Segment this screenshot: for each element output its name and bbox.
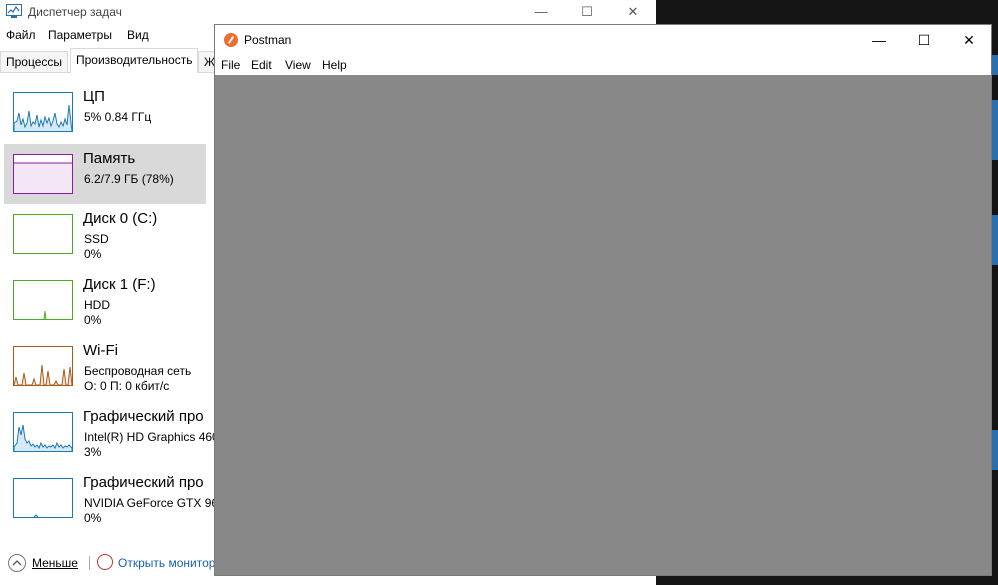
postman-menu-bar: File Edit View Help	[215, 55, 991, 75]
open-resource-monitor-link[interactable]: Открыть монитор	[118, 556, 215, 570]
resource-monitor-icon[interactable]	[97, 554, 113, 570]
resource-usage: О: 0 П: 0 кбит/с	[84, 379, 170, 393]
postman-close-button[interactable]: ✕	[946, 25, 992, 55]
task-manager-title: Диспетчер задач	[28, 5, 122, 19]
resource-name: Графический про	[83, 474, 204, 491]
wifi-graph	[13, 346, 73, 386]
menu-options[interactable]: Параметры	[48, 28, 112, 42]
resource-detail: Intel(R) HD Graphics 460	[84, 430, 219, 444]
minimize-button[interactable]: —	[518, 0, 564, 24]
resource-memory[interactable]: Память 6.2/7.9 ГБ (78%)	[4, 144, 206, 204]
resource-name: Wi-Fi	[83, 342, 118, 359]
resource-name: ЦП	[83, 88, 105, 105]
resource-name: Диск 1 (F:)	[83, 276, 156, 293]
close-button[interactable]: ✕	[610, 0, 656, 24]
menu-view[interactable]: Вид	[127, 28, 149, 42]
resource-detail: NVIDIA GeForce GTX 960	[84, 496, 225, 510]
task-manager-icon	[6, 4, 22, 18]
resource-name: Память	[83, 150, 136, 167]
menu-view[interactable]: View	[285, 58, 311, 72]
menu-help[interactable]: Help	[322, 58, 347, 72]
resource-wifi[interactable]: Wi-Fi Беспроводная сеть О: 0 П: 0 кбит/с	[4, 336, 206, 396]
resource-detail: 5% 0.84 ГГц	[84, 110, 152, 124]
postman-content-area[interactable]	[215, 75, 991, 575]
task-manager-title-bar[interactable]: Диспетчер задач — ☐ ✕	[0, 0, 656, 24]
postman-window: Postman — ☐ ✕ File Edit View Help	[214, 24, 992, 576]
postman-minimize-button[interactable]: —	[856, 25, 902, 55]
resource-usage: 0%	[84, 511, 102, 525]
resource-name: Графический про	[83, 408, 204, 425]
gpu-1-graph	[13, 478, 73, 518]
resource-cpu[interactable]: ЦП 5% 0.84 ГГц	[4, 82, 206, 142]
desktop-strip	[992, 100, 998, 160]
maximize-button[interactable]: ☐	[564, 0, 610, 24]
disk-0-graph	[13, 214, 73, 254]
resource-usage: 0%	[84, 313, 102, 327]
postman-title-bar[interactable]: Postman — ☐ ✕	[215, 25, 991, 55]
resource-detail: Беспроводная сеть	[84, 364, 192, 378]
tab-performance[interactable]: Производительность	[70, 48, 199, 73]
postman-logo-icon	[224, 33, 238, 47]
resource-list: ЦП 5% 0.84 ГГц Память 6.2/7.9 ГБ (78%) Д…	[0, 74, 225, 544]
disk-1-graph	[13, 280, 73, 320]
resource-detail: HDD	[84, 298, 110, 312]
gpu-0-graph	[13, 412, 73, 452]
resource-gpu-0[interactable]: Графический про Intel(R) HD Graphics 460…	[4, 402, 219, 462]
tab-processes[interactable]: Процессы	[0, 51, 69, 72]
resource-gpu-1[interactable]: Графический про NVIDIA GeForce GTX 960 0…	[4, 468, 225, 528]
resource-detail: SSD	[84, 232, 109, 246]
chevron-up-icon[interactable]	[8, 554, 26, 572]
resource-disk-0[interactable]: Диск 0 (C:) SSD 0%	[4, 204, 206, 264]
postman-maximize-button[interactable]: ☐	[901, 25, 947, 55]
fewer-details-link[interactable]: Меньше	[32, 556, 78, 570]
menu-file[interactable]: Файл	[6, 28, 36, 42]
resource-usage: 0%	[84, 247, 102, 261]
resource-disk-1[interactable]: Диск 1 (F:) HDD 0%	[4, 270, 206, 330]
footer-separator	[89, 556, 90, 570]
resource-detail: 6.2/7.9 ГБ (78%)	[84, 172, 174, 186]
resource-usage: 3%	[84, 445, 102, 459]
menu-edit[interactable]: Edit	[251, 58, 272, 72]
resource-name: Диск 0 (C:)	[83, 210, 158, 227]
desktop-strip	[992, 430, 998, 470]
desktop-strip	[992, 215, 998, 265]
menu-file[interactable]: File	[221, 58, 240, 72]
desktop-strip	[992, 55, 998, 75]
postman-title: Postman	[244, 33, 292, 47]
cpu-graph	[13, 92, 73, 132]
memory-graph	[13, 154, 73, 194]
